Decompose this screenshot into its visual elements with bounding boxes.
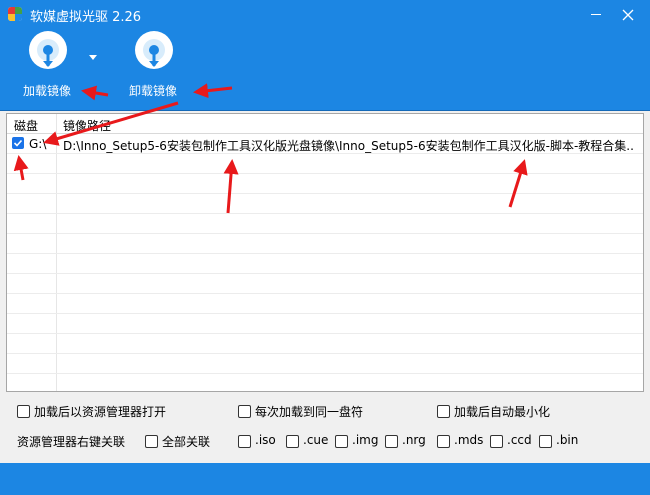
column-header-disk[interactable]: 磁盘 xyxy=(14,117,38,134)
disc-load-icon xyxy=(29,31,67,69)
footer-bar xyxy=(0,463,650,495)
ext-ccd-checkbox[interactable] xyxy=(490,435,503,448)
ext-iso-label: .iso xyxy=(255,433,276,447)
drive-letter: G:\ xyxy=(29,137,47,151)
table-row-empty xyxy=(7,314,643,334)
table-row-empty xyxy=(7,374,643,391)
ext-iso-checkbox[interactable] xyxy=(238,435,251,448)
ext-nrg-checkbox[interactable] xyxy=(385,435,398,448)
app-window: 软媒虚拟光驱 2.26 加载镜像 卸载镜像 磁盘 镜像路径 G:\ D:\Inn… xyxy=(0,0,650,495)
ext-mds-checkbox[interactable] xyxy=(437,435,450,448)
app-logo-icon xyxy=(8,7,22,21)
ext-img-label: .img xyxy=(352,433,379,447)
assoc-all-checkbox[interactable] xyxy=(145,435,158,448)
header-panel: 软媒虚拟光驱 2.26 加载镜像 卸载镜像 xyxy=(0,0,650,111)
ext-ccd-label: .ccd xyxy=(507,433,532,447)
chevron-down-icon[interactable] xyxy=(86,52,100,62)
table-row-empty xyxy=(7,334,643,354)
image-path: D:\Inno_Setup5-6安装包制作工具汉化版光盘镜像\Inno_Setu… xyxy=(63,139,635,153)
ext-cue-label: .cue xyxy=(303,433,329,447)
column-header-path[interactable]: 镜像路径 xyxy=(63,117,111,134)
assoc-all-label: 全部关联 xyxy=(162,435,211,449)
ext-mds-label: .mds xyxy=(454,433,484,447)
checkmark-icon xyxy=(13,139,23,147)
assoc-label: 资源管理器右键关联 xyxy=(17,435,126,449)
table-row-empty xyxy=(7,154,643,174)
ext-nrg-label: .nrg xyxy=(402,433,426,447)
table-row[interactable]: G:\ D:\Inno_Setup5-6安装包制作工具汉化版光盘镜像\Inno_… xyxy=(7,134,643,154)
load-image-button[interactable]: 加载镜像 xyxy=(10,30,84,102)
minimize-checkbox[interactable] xyxy=(437,405,450,418)
close-icon xyxy=(622,9,634,21)
title-bar: 软媒虚拟光驱 2.26 xyxy=(0,0,650,30)
ext-bin-label: .bin xyxy=(556,433,579,447)
table-row-empty xyxy=(7,274,643,294)
ext-img-checkbox[interactable] xyxy=(335,435,348,448)
same-drive-checkbox[interactable] xyxy=(238,405,251,418)
table-row-empty xyxy=(7,214,643,234)
unload-image-button[interactable]: 卸载镜像 xyxy=(116,30,190,102)
table-row-empty xyxy=(7,294,643,314)
unload-image-label: 卸载镜像 xyxy=(128,84,177,98)
open-explorer-label: 加载后以资源管理器打开 xyxy=(34,405,167,419)
same-drive-label: 每次加载到同一盘符 xyxy=(255,405,364,419)
open-explorer-checkbox[interactable] xyxy=(17,405,30,418)
close-button[interactable] xyxy=(616,3,640,27)
window-title: 软媒虚拟光驱 2.26 xyxy=(30,10,142,25)
load-image-label: 加载镜像 xyxy=(22,84,71,98)
ext-cue-checkbox[interactable] xyxy=(286,435,299,448)
mounted-image-list[interactable]: 磁盘 镜像路径 G:\ D:\Inno_Setup5-6安装包制作工具汉化版光盘… xyxy=(6,113,644,392)
table-row-empty xyxy=(7,194,643,214)
table-row-empty xyxy=(7,234,643,254)
ext-bin-checkbox[interactable] xyxy=(539,435,552,448)
row-checkbox[interactable] xyxy=(12,137,24,149)
table-row-empty xyxy=(7,254,643,274)
table-row-empty xyxy=(7,354,643,374)
table-row-empty xyxy=(7,174,643,194)
minimize-label: 加载后自动最小化 xyxy=(454,405,551,419)
minimize-button[interactable] xyxy=(584,3,608,27)
list-header: 磁盘 镜像路径 xyxy=(7,114,643,134)
disc-unload-icon xyxy=(135,31,173,69)
